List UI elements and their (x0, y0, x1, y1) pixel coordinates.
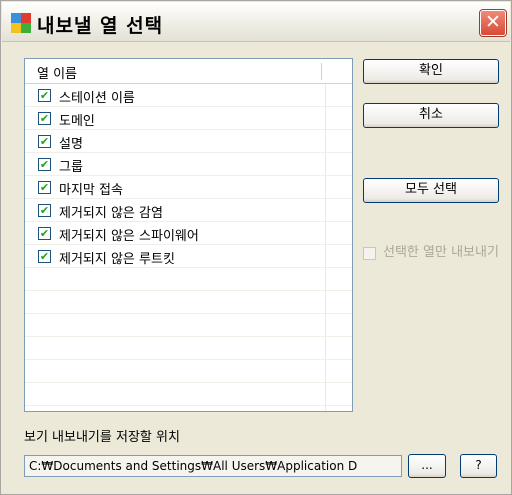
list-item-label: 설명 (59, 137, 83, 152)
empty-row (25, 268, 352, 291)
list-item[interactable]: ✔ 제거되지 않은 스파이웨어 (25, 222, 352, 245)
close-icon: ✕ (485, 11, 501, 33)
checkbox-icon[interactable] (363, 247, 376, 260)
checkbox-icon[interactable]: ✔ (38, 204, 51, 217)
list-item[interactable]: ✔ 제거되지 않은 루트킷 (25, 245, 352, 268)
checkbox-icon[interactable]: ✔ (38, 158, 51, 171)
list-item-label: 스테이션 이름 (59, 91, 135, 106)
export-selected-only-label: 선택한 열만 내보내기 (383, 245, 499, 260)
list-item-label: 도메인 (59, 114, 95, 129)
list-item[interactable]: ✔ 그룹 (25, 153, 352, 176)
list-item-label: 마지막 접속 (59, 183, 123, 198)
list-item-label: 제거되지 않은 스파이웨어 (59, 229, 199, 244)
list-item[interactable]: ✔ 설명 (25, 130, 352, 153)
cancel-button[interactable]: 취소 (363, 103, 499, 128)
avg-logo-icon (11, 13, 31, 33)
empty-row (25, 314, 352, 337)
checkbox-icon[interactable]: ✔ (38, 112, 51, 125)
list-item[interactable]: ✔ 도메인 (25, 107, 352, 130)
column-name-header: 열 이름 (37, 67, 78, 82)
empty-row (25, 337, 352, 360)
ok-button[interactable]: 확인 (363, 59, 499, 84)
empty-row (25, 291, 352, 314)
list-item-label: 그룹 (59, 160, 83, 175)
help-button[interactable]: ? (460, 454, 497, 478)
checkbox-icon[interactable]: ✔ (38, 89, 51, 102)
column-list[interactable]: 열 이름 ✔ 스테이션 이름 ✔ 도메인 ✔ 설명 ✔ 그룹 ✔ 마지막 접속 … (24, 58, 353, 412)
list-header[interactable]: 열 이름 (25, 59, 352, 84)
column-separator[interactable] (321, 63, 323, 80)
save-path-field[interactable]: C:₩Documents and Settings₩All Users₩Appl… (24, 455, 402, 477)
title-bar[interactable]: 내보낼 열 선택 ✕ (2, 2, 510, 42)
list-item-label: 제거되지 않은 감염 (59, 206, 163, 221)
list-item[interactable]: ✔ 제거되지 않은 감염 (25, 199, 352, 222)
select-all-button[interactable]: 모두 선택 (363, 178, 499, 203)
window-title: 내보낼 열 선택 (37, 15, 164, 37)
checkbox-icon[interactable]: ✔ (38, 181, 51, 194)
empty-row (25, 383, 352, 406)
dialog-window: 내보낼 열 선택 ✕ 열 이름 ✔ 스테이션 이름 ✔ 도메인 ✔ 설명 ✔ 그… (0, 0, 512, 495)
export-selected-only-option[interactable]: 선택한 열만 내보내기 (363, 245, 503, 285)
checkbox-icon[interactable]: ✔ (38, 135, 51, 148)
checkbox-icon[interactable]: ✔ (38, 250, 51, 263)
list-item-label: 제거되지 않은 루트킷 (59, 252, 175, 267)
close-button[interactable]: ✕ (479, 9, 507, 37)
list-item[interactable]: ✔ 스테이션 이름 (25, 84, 352, 107)
checkbox-icon[interactable]: ✔ (38, 227, 51, 240)
save-location-label: 보기 내보내기를 저장할 위치 (24, 430, 180, 445)
browse-button[interactable]: ... (408, 454, 446, 478)
list-item[interactable]: ✔ 마지막 접속 (25, 176, 352, 199)
empty-row (25, 360, 352, 383)
